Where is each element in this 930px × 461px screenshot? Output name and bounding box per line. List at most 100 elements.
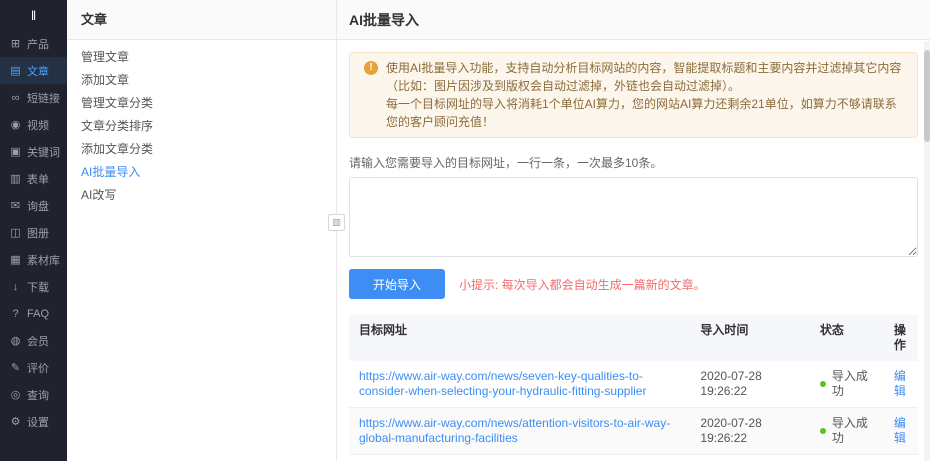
table-row: https://www.air-way.com/news/company-vid… [349, 455, 918, 461]
submenu-item[interactable]: AI批量导入 [67, 161, 336, 184]
sidebar-item-icon: ◫ [9, 226, 22, 239]
submenu-title: 文章 [67, 0, 336, 40]
status-cell: 导入成功 [810, 455, 884, 461]
sidebar-item-icon: ✎ [9, 361, 22, 374]
sidebar-item-label: 短链接 [27, 90, 60, 106]
url-textarea[interactable] [349, 177, 918, 257]
sidebar-item-label: 文章 [27, 63, 49, 79]
sidebar-item[interactable]: ↓ 下载 [0, 273, 67, 300]
start-import-button[interactable]: 开始导入 [349, 269, 445, 299]
sidebar-item-label: 设置 [27, 414, 49, 430]
table-row: https://www.air-way.com/news/attention-v… [349, 408, 918, 455]
warning-line-1: 使用AI批量导入功能，支持自动分析目标网站的内容，智能提取标题和主要内容并过滤掉… [386, 59, 903, 95]
import-tip: 小提示: 每次导入都会自动生成一篇新的文章。 [459, 276, 706, 293]
import-time: 2020-07-28 19:26:22 [690, 408, 809, 454]
header-target-url: 目标网址 [349, 315, 690, 361]
sidebar-item-icon: ◍ [9, 334, 22, 347]
submenu-item[interactable]: 文章分类排序 [67, 115, 336, 138]
submenu-item-label: 文章分类排序 [81, 119, 153, 133]
sidebar-item[interactable]: ◍ 会员 [0, 327, 67, 354]
sidebar-item-label: 素材库 [27, 252, 60, 268]
sidebar-item-label: 评价 [27, 360, 49, 376]
status-dot-icon [820, 381, 826, 387]
sidebar-item-label: 视频 [27, 117, 49, 133]
warning-notice: ! 使用AI批量导入功能，支持自动分析目标网站的内容，智能提取标题和主要内容并过… [349, 52, 918, 138]
import-time: 2020-07-28 19:26:22 [690, 455, 809, 461]
sidebar-item[interactable]: ◉ 视频 [0, 111, 67, 138]
status-dot-icon [820, 428, 826, 434]
main-content: AI批量导入 ! 使用AI批量导入功能，支持自动分析目标网站的内容，智能提取标题… [337, 0, 930, 461]
submenu-item-label: AI批量导入 [81, 165, 140, 179]
sidebar-item-label: FAQ [27, 308, 49, 320]
sidebar-item-icon: ◎ [9, 388, 22, 401]
sidebar-item[interactable]: ▤ 文章 [0, 57, 67, 84]
warning-line-2: 每一个目标网址的导入将消耗1个单位AI算力，您的网站AI算力还剩余21单位，如算… [386, 95, 903, 131]
edit-link[interactable]: 编辑 [894, 416, 906, 445]
sidebar-item-icon: ◉ [9, 118, 22, 131]
action-row: 开始导入 小提示: 每次导入都会自动生成一篇新的文章。 [349, 269, 918, 299]
sidebar-item-icon: ▥ [9, 172, 22, 185]
sidebar-item[interactable]: ◎ 查询 [0, 381, 67, 408]
header-action: 操作 [884, 315, 918, 361]
sidebar-item[interactable]: ▦ 素材库 [0, 246, 67, 273]
sidebar-item-label: 表单 [27, 171, 49, 187]
status-cell: 导入成功 [810, 361, 884, 407]
collapse-panel-icon[interactable]: ▥ [328, 214, 345, 231]
page-title: AI批量导入 [337, 0, 930, 40]
sidebar-item-label: 下载 [27, 279, 49, 295]
sidebar-item-label: 会员 [27, 333, 49, 349]
sidebar-item-label: 图册 [27, 225, 49, 241]
sidebar-item-icon: ▣ [9, 145, 22, 158]
sidebar-item[interactable]: ⊞ 产品 [0, 30, 67, 57]
sidebar-item-label: 查询 [27, 387, 49, 403]
sidebar-item-label: 关键词 [27, 144, 60, 160]
submenu-item[interactable]: 管理文章分类 [67, 92, 336, 115]
submenu-item-label: AI改写 [81, 188, 116, 202]
sidebar-item[interactable]: ⚙ 设置 [0, 408, 67, 435]
sidebar-item[interactable]: ? FAQ [0, 300, 67, 327]
warning-icon: ! [364, 61, 378, 75]
url-cell: https://www.air-way.com/news/company-vid… [349, 455, 690, 461]
table-header-row: 目标网址 导入时间 状态 操作 [349, 315, 918, 361]
sidebar-item[interactable]: ▣ 关键词 [0, 138, 67, 165]
submenu-item-label: 管理文章 [81, 50, 129, 64]
warning-text: 使用AI批量导入功能，支持自动分析目标网站的内容，智能提取标题和主要内容并过滤掉… [386, 59, 903, 131]
target-url-link[interactable]: https://www.air-way.com/news/attention-v… [359, 416, 680, 446]
sidebar-item[interactable]: ✉ 询盘 [0, 192, 67, 219]
import-table: 目标网址 导入时间 状态 操作 https://www.air-way.com/… [349, 315, 918, 461]
action-cell: 编辑 [884, 361, 918, 407]
sidebar-item-icon: ▦ [9, 253, 22, 266]
table-row: https://www.air-way.com/news/seven-key-q… [349, 361, 918, 408]
status-text: 导入成功 [832, 369, 874, 399]
submenu-item-label: 添加文章分类 [81, 142, 153, 156]
header-status: 状态 [810, 315, 884, 361]
edit-link[interactable]: 编辑 [894, 369, 906, 398]
sidebar-item-icon: ∞ [9, 92, 22, 104]
submenu-list: 管理文章 添加文章 管理文章分类 文章分类排序 添加文章分类 AI批量导入 AI… [67, 40, 336, 207]
sidebar-item-icon: ⚙ [9, 415, 22, 428]
sidebar-item[interactable]: ▥ 表单 [0, 165, 67, 192]
submenu-item[interactable]: 管理文章 [67, 46, 336, 69]
submenu-item-label: 添加文章 [81, 73, 129, 87]
action-cell: 编辑 [884, 408, 918, 454]
sidebar-item-icon: ↓ [9, 281, 22, 293]
sidebar-item[interactable]: ✎ 评价 [0, 354, 67, 381]
action-cell: 编辑 [884, 455, 918, 461]
sidebar-item[interactable]: ∞ 短链接 [0, 84, 67, 111]
submenu-panel: 文章 管理文章 添加文章 管理文章分类 文章分类排序 添加文章分类 AI批量导入… [67, 0, 337, 461]
submenu-item-label: 管理文章分类 [81, 96, 153, 110]
status-text: 导入成功 [832, 416, 874, 446]
submenu-item[interactable]: AI改写 [67, 184, 336, 207]
url-cell: https://www.air-way.com/news/seven-key-q… [349, 361, 690, 407]
target-url-link[interactable]: https://www.air-way.com/news/seven-key-q… [359, 369, 680, 399]
sidebar-item-icon: ✉ [9, 199, 22, 212]
import-time: 2020-07-28 19:26:22 [690, 361, 809, 407]
sidebar-item-icon: ⊞ [9, 37, 22, 50]
submenu-item[interactable]: 添加文章 [67, 69, 336, 92]
scrollbar-thumb[interactable] [924, 50, 930, 142]
submenu-item[interactable]: 添加文章分类 [67, 138, 336, 161]
status-cell: 导入成功 [810, 408, 884, 454]
main-sidebar: ‖ ⊞ 产品 ▤ 文章 ∞ 短链接 ◉ 视频 ▣ 关键词 ▥ 表单 ✉ 询盘 ◫… [0, 0, 67, 461]
sidebar-item-label: 询盘 [27, 198, 49, 214]
sidebar-item[interactable]: ◫ 图册 [0, 219, 67, 246]
